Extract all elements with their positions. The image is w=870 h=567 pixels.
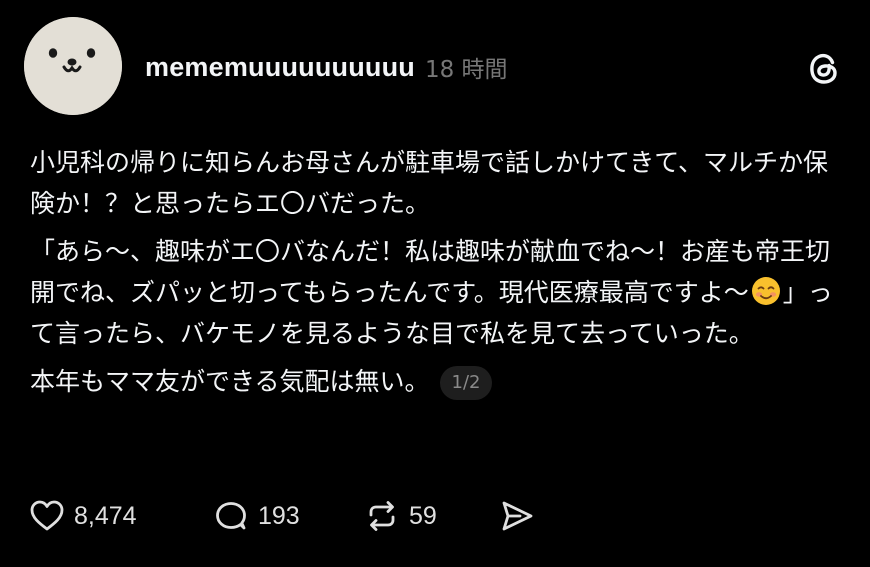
post-header: mememuuuuuuuuuu 18 時間 [145, 47, 508, 87]
repost-button[interactable]: 59 [363, 497, 498, 535]
reply-button[interactable]: 193 [212, 497, 363, 535]
avatar[interactable] [24, 17, 122, 115]
share-button[interactable] [498, 497, 536, 535]
threads-logo-icon[interactable] [803, 48, 843, 88]
repost-icon [369, 501, 395, 531]
post-paragraph: 本年もママ友ができる気配は無い。 1/2 [30, 361, 840, 402]
reply-count: 193 [258, 501, 300, 530]
post-paragraph: 小児科の帰りに知らんお母さんが駐車場で話しかけてきて、マルチか保険か！？と思った… [30, 148, 829, 218]
send-icon [502, 501, 533, 531]
smiling-face-icon [751, 277, 780, 305]
post-body: 小児科の帰りに知らんお母さんが駐車場で話しかけてきて、マルチか保険か！？と思った… [30, 142, 840, 402]
username[interactable]: mememuuuuuuuuuu [145, 52, 415, 83]
threads-post: mememuuuuuuuuuu 18 時間 小児科の帰りに知らんお母さんが駐車場… [0, 0, 870, 567]
action-bar: 8,474 193 59 [28, 496, 536, 536]
page-indicator-badge[interactable]: 1/2 [439, 366, 493, 400]
timestamp[interactable]: 18 時間 [425, 50, 508, 84]
like-button[interactable]: 8,474 [28, 497, 212, 535]
repost-count: 59 [409, 501, 437, 530]
post-text-segment: 「あら〜、趣味がエ〇バなんだ！私は趣味が献血でね〜！お産も帝王切開でね、ズパッと… [30, 237, 831, 307]
seal-face-icon [24, 17, 122, 115]
heart-icon [30, 500, 64, 531]
like-count: 8,474 [74, 501, 137, 530]
post-paragraph: 「あら〜、趣味がエ〇バなんだ！私は趣味が献血でね〜！お産も帝王切開でね、ズパッと… [30, 231, 840, 354]
comment-icon [216, 502, 246, 530]
post-text-segment: 本年もママ友ができる気配は無い。 [30, 367, 430, 396]
